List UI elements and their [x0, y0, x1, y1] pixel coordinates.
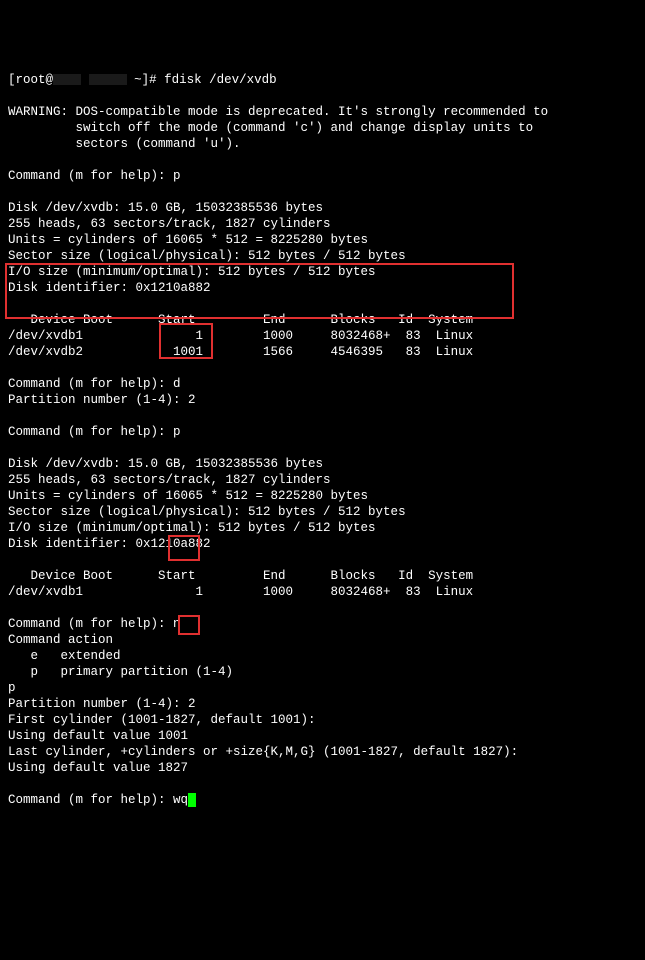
partition-table-header: Device Boot Start End Blocks Id System	[8, 569, 473, 583]
fdisk-input-p: p	[173, 425, 181, 439]
fdisk-prompt: Command (m for help):	[8, 425, 173, 439]
fdisk-input-n: n	[173, 617, 181, 631]
command-action: p primary partition (1-4)	[8, 665, 233, 679]
fdisk-input-p: p	[173, 169, 181, 183]
partition-number-input: 2	[188, 393, 196, 407]
partition-row: /dev/xvdb1 1 1000 8032468+ 83 Linux	[8, 585, 473, 599]
fdisk-prompt: Command (m for help):	[8, 793, 173, 807]
partition-number-prompt: Partition number (1-4):	[8, 697, 188, 711]
warning-line: switch off the mode (command 'c') and ch…	[8, 121, 533, 135]
disk-info: Sector size (logical/physical): 512 byte…	[8, 249, 406, 263]
first-cyl-prompt: First cylinder (1001-1827, default 1001)…	[8, 713, 323, 727]
shell-prompt: [root@ ~]#	[8, 73, 164, 87]
warning-line: WARNING: DOS-compatible mode is deprecat…	[8, 105, 548, 119]
fdisk-prompt: Command (m for help):	[8, 617, 173, 631]
partition-number-prompt: Partition number (1-4):	[8, 393, 188, 407]
disk-info: I/O size (minimum/optimal): 512 bytes / …	[8, 265, 376, 279]
disk-info: 255 heads, 63 sectors/track, 1827 cylind…	[8, 473, 331, 487]
shell-command: fdisk /dev/xvdb	[164, 73, 277, 87]
disk-info: I/O size (minimum/optimal): 512 bytes / …	[8, 521, 376, 535]
partition-table-header: Device Boot Start End Blocks Id System	[8, 313, 473, 327]
last-cyl-default: Using default value 1827	[8, 761, 188, 775]
fdisk-prompt: Command (m for help):	[8, 377, 173, 391]
disk-info: Disk identifier: 0x1210a882	[8, 281, 211, 295]
disk-info: Sector size (logical/physical): 512 byte…	[8, 505, 406, 519]
fdisk-input-d: d	[173, 377, 181, 391]
partition-number-input: 2	[188, 697, 196, 711]
partition-row: /dev/xvdb1 1 1000 8032468+ 83 Linux	[8, 329, 473, 343]
disk-info: 255 heads, 63 sectors/track, 1827 cylind…	[8, 217, 331, 231]
fdisk-prompt: Command (m for help):	[8, 169, 173, 183]
warning-line: sectors (command 'u').	[8, 137, 241, 151]
disk-info: Disk identifier: 0x1210a882	[8, 537, 211, 551]
disk-info: Disk /dev/xvdb: 15.0 GB, 15032385536 byt…	[8, 457, 323, 471]
partition-row: /dev/xvdb2 1001 1566 4546395 83 Linux	[8, 345, 473, 359]
action-input: p	[8, 681, 16, 695]
highlight-box-partnum2	[178, 615, 200, 635]
first-cyl-default: Using default value 1001	[8, 729, 188, 743]
command-action: Command action	[8, 633, 113, 647]
disk-info: Disk /dev/xvdb: 15.0 GB, 15032385536 byt…	[8, 201, 323, 215]
disk-info: Units = cylinders of 16065 * 512 = 82252…	[8, 233, 368, 247]
cursor	[188, 793, 196, 807]
fdisk-input-wq[interactable]: wq	[173, 793, 188, 807]
disk-info: Units = cylinders of 16065 * 512 = 82252…	[8, 489, 368, 503]
command-action: e extended	[8, 649, 121, 663]
last-cyl-prompt: Last cylinder, +cylinders or +size{K,M,G…	[8, 745, 526, 759]
